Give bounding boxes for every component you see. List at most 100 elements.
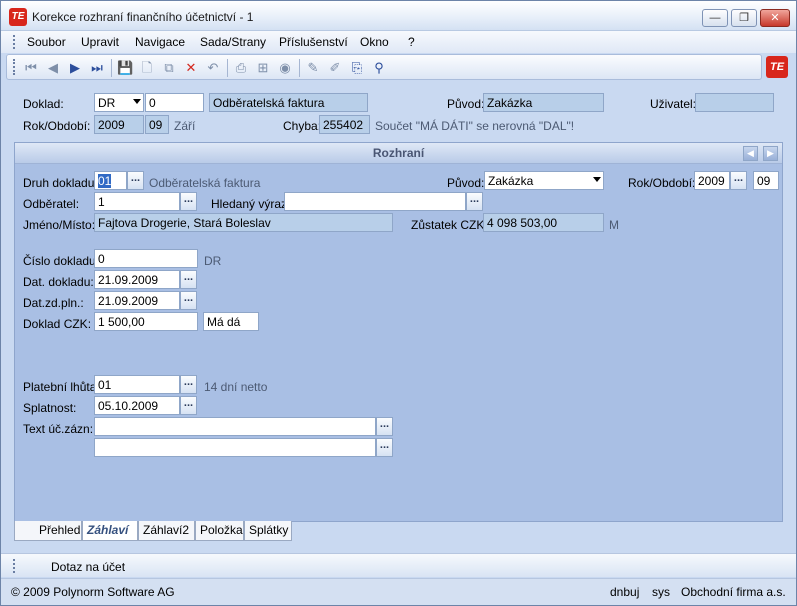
print-icon[interactable]: ⎙ bbox=[233, 60, 249, 76]
text-lookup-button-2[interactable]: ... bbox=[376, 438, 393, 457]
toolbar-grip-icon[interactable] bbox=[13, 59, 16, 75]
last-record-icon[interactable]: ⏭ bbox=[89, 60, 105, 76]
odberatel-lookup-button[interactable]: ... bbox=[180, 192, 197, 211]
tab-polozka[interactable]: Položka bbox=[195, 521, 244, 541]
bottom-grip-icon[interactable] bbox=[13, 559, 16, 573]
menu-grip-icon[interactable] bbox=[13, 35, 16, 49]
filter-icon[interactable]: ⚲ bbox=[371, 60, 387, 76]
menu-upravit[interactable]: Upravit bbox=[81, 35, 119, 49]
text-input-1[interactable] bbox=[94, 417, 376, 436]
doklad-czk-input[interactable]: 1 500,00 bbox=[94, 312, 198, 331]
restore-button[interactable]: ❐ bbox=[731, 9, 757, 27]
druh-value: 01 bbox=[98, 174, 112, 188]
title-bar[interactable]: TE Korekce rozhraní finančního účetnictv… bbox=[1, 1, 796, 31]
next-record-icon[interactable]: ▶ bbox=[67, 60, 83, 76]
panel-title: Rozhraní bbox=[15, 143, 782, 164]
edit-icon[interactable]: ✐ bbox=[327, 60, 343, 76]
panel-obdobi-input[interactable]: 09 bbox=[753, 171, 779, 190]
jmeno-field: Fajtova Drogerie, Stará Boleslav bbox=[94, 213, 393, 232]
undo-icon[interactable]: ↶ bbox=[205, 60, 221, 76]
ma-da-field[interactable]: Má dá bbox=[203, 312, 259, 331]
zustatek-label: Zůstatek CZK: bbox=[411, 218, 488, 232]
tree-icon[interactable]: ⊞ bbox=[255, 60, 271, 76]
dat-zd-input[interactable]: 21.09.2009 bbox=[94, 291, 180, 310]
close-button[interactable]: ✕ bbox=[760, 9, 790, 27]
odberatel-input[interactable]: 1 bbox=[94, 192, 180, 211]
menu-help[interactable]: ? bbox=[408, 35, 415, 49]
splatnost-picker-button[interactable]: ... bbox=[180, 396, 197, 415]
window-title: Korekce rozhraní finančního účetnictví -… bbox=[32, 10, 254, 24]
obdobi-name: Září bbox=[174, 119, 196, 133]
text-input-2[interactable] bbox=[94, 438, 376, 457]
text-label: Text úč.zázn: bbox=[23, 422, 94, 436]
lhuta-lookup-button[interactable]: ... bbox=[180, 375, 197, 394]
cislo-suffix: DR bbox=[204, 254, 222, 268]
dotaz-na-ucet-button[interactable]: Dotaz na účet bbox=[51, 560, 125, 574]
menu-okno[interactable]: Okno bbox=[360, 35, 389, 49]
uzivatel-label: Uživatel: bbox=[650, 97, 697, 111]
minimize-button[interactable]: — bbox=[702, 9, 728, 27]
jmeno-label: Jméno/Místo: bbox=[23, 218, 96, 232]
prev-record-icon[interactable]: ◀ bbox=[45, 60, 61, 76]
panel-rok-lookup-button[interactable]: ... bbox=[730, 171, 747, 190]
toolbar-separator bbox=[227, 59, 228, 77]
copyright-text: © 2009 Polynorm Software AG bbox=[11, 585, 175, 599]
dat-dokladu-input[interactable]: 21.09.2009 bbox=[94, 270, 180, 289]
new-document-icon[interactable]: 🗋 bbox=[139, 60, 155, 76]
druh-desc: Odběratelská faktura bbox=[149, 176, 261, 190]
pen-icon[interactable]: ✎ bbox=[305, 60, 321, 76]
lhuta-label: Platební lhůta: bbox=[23, 380, 100, 394]
menu-navigace[interactable]: Navigace bbox=[135, 35, 185, 49]
odberatel-label: Odběratel: bbox=[23, 197, 80, 211]
lhuta-input[interactable]: 01 bbox=[94, 375, 180, 394]
chevron-down-icon bbox=[593, 177, 601, 182]
panel-puvod-select[interactable]: Zakázka bbox=[484, 171, 604, 190]
hledany-lookup-button[interactable]: ... bbox=[466, 192, 483, 211]
app-window: TE Korekce rozhraní finančního účetnictv… bbox=[0, 0, 797, 606]
dat-zd-label: Dat.zd.pln.: bbox=[23, 296, 84, 310]
copy-icon[interactable]: ⧉ bbox=[161, 60, 177, 76]
panel-puvod-value: Zakázka bbox=[488, 174, 534, 188]
panel-rok-input[interactable]: 2009 bbox=[694, 171, 730, 190]
panel-prev-icon[interactable]: ◀ bbox=[743, 146, 758, 161]
menu-sada-strany[interactable]: Sada/Strany bbox=[200, 35, 266, 49]
lhuta-desc: 14 dní netto bbox=[204, 380, 268, 394]
hledany-label: Hledaný výraz: bbox=[211, 197, 291, 211]
hledany-input[interactable] bbox=[284, 192, 466, 211]
cislo-input[interactable]: 0 bbox=[94, 249, 198, 268]
dat-dokladu-picker-button[interactable]: ... bbox=[180, 270, 197, 289]
chyba-label: Chyba: bbox=[283, 119, 322, 133]
puvod-label: Původ: bbox=[447, 97, 485, 111]
first-record-icon[interactable]: ⏮ bbox=[23, 60, 39, 76]
tab-zahlavi[interactable]: Záhlaví bbox=[82, 521, 138, 541]
bottom-toolbar: Dotaz na účet bbox=[1, 553, 796, 577]
doklad-type-select[interactable]: DR bbox=[94, 93, 144, 112]
save-icon[interactable]: 💾 bbox=[117, 60, 133, 76]
doklad-number-input[interactable]: 0 bbox=[145, 93, 204, 112]
tab-prehled[interactable]: Přehled bbox=[14, 521, 82, 541]
doklad-label: Doklad: bbox=[23, 97, 64, 111]
globe-icon[interactable]: ◉ bbox=[277, 60, 293, 76]
status-company: Obchodní firma a.s. bbox=[681, 585, 786, 599]
dat-zd-picker-button[interactable]: ... bbox=[180, 291, 197, 310]
druh-input[interactable]: 01 bbox=[94, 171, 127, 190]
chyba-message: Součet "MÁ DÁTI" se nerovná "DAL"! bbox=[375, 119, 575, 133]
menu-soubor[interactable]: Soubor bbox=[27, 35, 66, 49]
druh-lookup-button[interactable]: ... bbox=[127, 171, 144, 190]
menu-prislusenstvi[interactable]: Příslušenství bbox=[279, 35, 348, 49]
export-icon[interactable]: ⎘ bbox=[349, 60, 365, 76]
tab-splatky[interactable]: Splátky bbox=[244, 521, 292, 541]
zustatek-suffix: M bbox=[609, 218, 619, 232]
delete-icon[interactable]: ✕ bbox=[183, 60, 199, 76]
text-lookup-button-1[interactable]: ... bbox=[376, 417, 393, 436]
tab-zahlavi2[interactable]: Záhlaví2 bbox=[138, 521, 195, 541]
druh-label: Druh dokladu: bbox=[23, 176, 98, 190]
toolbar: ⏮ ◀ ▶ ⏭ 💾 🗋 ⧉ ✕ ↶ ⎙ ⊞ ◉ ✎ ✐ ⎘ ⚲ bbox=[6, 54, 762, 80]
panel-next-icon[interactable]: ▶ bbox=[763, 146, 778, 161]
status-bar: © 2009 Polynorm Software AG dnbuj sys Ob… bbox=[1, 578, 796, 605]
company-logo-icon: TE bbox=[766, 56, 788, 78]
doklad-czk-label: Doklad CZK: bbox=[23, 317, 92, 331]
rok-obdobi-label: Rok/Období: bbox=[23, 119, 91, 133]
splatnost-input[interactable]: 05.10.2009 bbox=[94, 396, 180, 415]
zustatek-field: 4 098 503,00 bbox=[483, 213, 604, 232]
